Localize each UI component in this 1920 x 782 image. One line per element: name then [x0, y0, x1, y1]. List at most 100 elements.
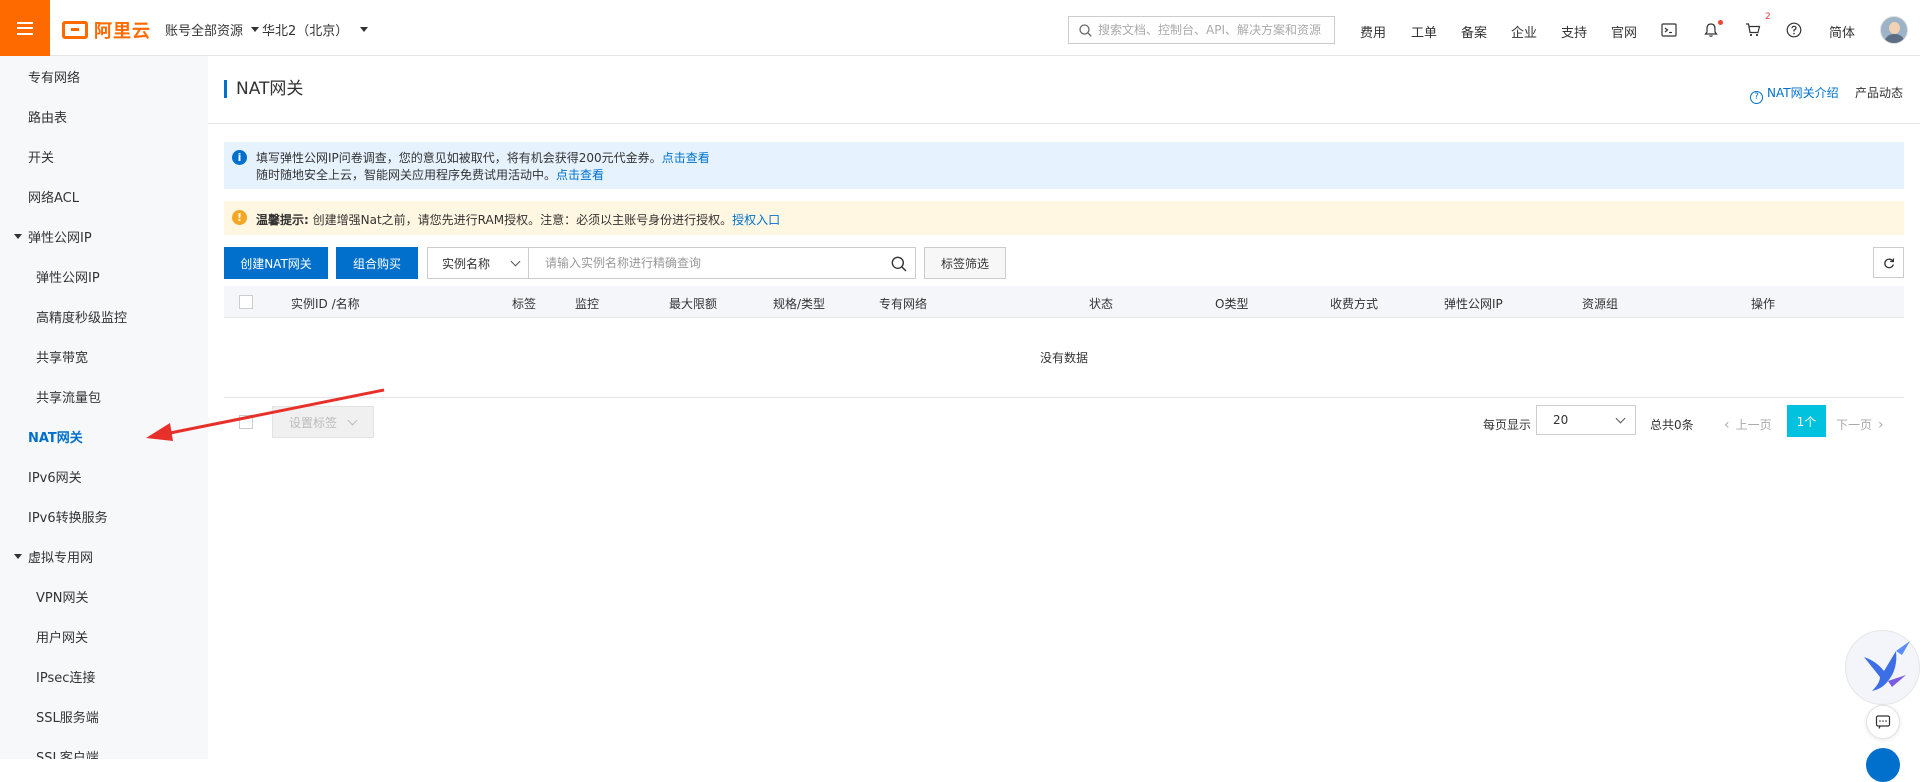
sidebar-item-label: 路由表: [28, 110, 68, 126]
sidebar-item-hires-monitor[interactable]: 高精度秒级监控: [0, 296, 208, 336]
question-icon: ?: [1750, 91, 1763, 104]
info-line2: 随时随地安全上云，智能网关应用程序免费试用活动中。: [256, 168, 557, 182]
prev-page-label: 上一页: [1735, 418, 1772, 432]
sidebar-item-vswitch[interactable]: 开关: [0, 136, 208, 176]
table-header: 实例ID /名称 标签 监控 最大限额 规格/类型 专有网络 状态 O类型 收费…: [224, 286, 1904, 318]
help-icon[interactable]: [1786, 22, 1802, 38]
bell-icon[interactable]: [1703, 22, 1719, 38]
logo-mark-icon: [62, 21, 88, 39]
sidebar-item-label: 专有网络: [28, 70, 81, 86]
select-all-checkbox[interactable]: [239, 295, 253, 309]
sidebar-item-ipsec[interactable]: IPsec连接: [0, 656, 208, 696]
caret-down-icon: [251, 27, 260, 32]
nav-icp[interactable]: 备案: [1461, 22, 1487, 41]
expand-triangle-icon: [14, 233, 22, 239]
global-search[interactable]: [1068, 16, 1335, 44]
nav-official-site[interactable]: 官网: [1611, 22, 1637, 41]
language-switch[interactable]: 简体: [1829, 22, 1855, 41]
terminal-icon[interactable]: [1661, 22, 1677, 38]
nav-enterprise[interactable]: 企业: [1511, 22, 1537, 41]
floating-blue-button[interactable]: [1866, 748, 1900, 782]
sidebar-item-label: IPv6网关: [28, 470, 82, 486]
sidebar-item-ipv6-gateway[interactable]: IPv6网关: [0, 456, 208, 496]
next-page-button[interactable]: 下一页 ›: [1836, 416, 1884, 433]
per-page-select[interactable]: 20: [1536, 405, 1636, 435]
sidebar-item-ssl-client[interactable]: SSL客户端: [0, 736, 208, 760]
sidebar-item-label: 用户网关: [36, 630, 89, 646]
column-vpc: 专有网络: [879, 297, 928, 311]
info-notice: i 填写弹性公网IP问卷调查，您的意见如被取代，将有机会获得200元代金券。点击…: [224, 142, 1904, 189]
chat-button[interactable]: [1866, 705, 1900, 739]
sidebar-group-label: 虚拟专用网: [28, 550, 94, 566]
nav-tickets[interactable]: 工单: [1411, 22, 1437, 41]
sidebar-item-eip[interactable]: 弹性公网IP: [0, 256, 208, 296]
sidebar-group-eip[interactable]: 弹性公网IP: [0, 216, 208, 256]
region-select[interactable]: 华北2（北京）: [262, 20, 369, 39]
column-max-limit: 最大限额: [669, 297, 718, 311]
sidebar-item-shared-bandwidth[interactable]: 共享带宽: [0, 336, 208, 376]
global-search-input[interactable]: [1098, 23, 1328, 37]
sidebar-item-customer-gateway[interactable]: 用户网关: [0, 616, 208, 656]
sidebar-item-label: 网络ACL: [28, 190, 79, 206]
page-current[interactable]: 1个: [1787, 405, 1826, 437]
sidebar-item-label: 弹性公网IP: [36, 270, 100, 286]
annotation-arrow: [146, 388, 385, 441]
sidebar-item-ipv6-translation[interactable]: IPv6转换服务: [0, 496, 208, 536]
cart-count-badge: 2: [1765, 12, 1771, 22]
product-news-link[interactable]: 产品动态: [1855, 84, 1903, 101]
nav-fees[interactable]: 费用: [1360, 22, 1386, 41]
instance-filter-select[interactable]: 实例名称: [427, 247, 529, 279]
instance-filter-label: 实例名称: [442, 256, 491, 271]
warning-icon: !: [232, 210, 247, 225]
assistant-bird-widget[interactable]: [1845, 630, 1920, 705]
notification-dot: [1718, 20, 1723, 25]
warning-text: 创建增强Nat之前，请您先进行RAM授权。注意：必须以主账号身份进行授权。: [312, 213, 733, 227]
sidebar-item-label: NAT网关: [28, 430, 83, 446]
empty-state: 没有数据: [224, 318, 1904, 398]
cart-icon[interactable]: [1745, 22, 1761, 38]
prev-page-button[interactable]: ‹ 上一页: [1724, 416, 1772, 433]
column-eip: 弹性公网IP: [1444, 297, 1503, 311]
chevron-down-icon: [1615, 413, 1626, 424]
info-line2-link[interactable]: 点击查看: [556, 168, 604, 182]
sidebar-item-label: SSL服务端: [36, 710, 99, 726]
user-avatar[interactable]: [1880, 16, 1908, 44]
search-icon[interactable]: [891, 256, 907, 272]
expand-triangle-icon: [14, 553, 22, 559]
column-monitor: 监控: [575, 297, 600, 311]
per-page-value: 20: [1553, 413, 1569, 427]
account-scope-label: 账号全部资源: [165, 24, 244, 39]
chevron-down-icon: [510, 256, 521, 267]
info-line1-link[interactable]: 点击查看: [662, 151, 710, 165]
sidebar-item-label: SSL客户端: [36, 750, 99, 760]
refresh-button[interactable]: [1873, 247, 1904, 278]
column-resource-group: 资源组: [1582, 297, 1619, 311]
tag-filter-button[interactable]: 标签筛选: [924, 247, 1006, 279]
sidebar-item-label: 开关: [28, 150, 55, 166]
sidebar-item-label: IPv6转换服务: [28, 510, 108, 526]
column-o-type: O类型: [1215, 297, 1249, 311]
account-scope-select[interactable]: 账号全部资源: [165, 20, 260, 39]
instance-search-field[interactable]: [528, 247, 916, 279]
nat-intro-link[interactable]: ? NAT网关介绍: [1750, 84, 1839, 104]
refresh-icon: [1883, 257, 1894, 268]
combo-purchase-button[interactable]: 组合购买: [336, 247, 418, 279]
column-tags: 标签: [512, 297, 537, 311]
warning-notice: ! 温馨提示: 创建增强Nat之前，请您先进行RAM授权。注意：必须以主账号身份…: [224, 201, 1904, 235]
sidebar-item-network-acl[interactable]: 网络ACL: [0, 176, 208, 216]
sidebar-item-ssl-server[interactable]: SSL服务端: [0, 696, 208, 736]
chevron-left-icon: ‹: [1724, 417, 1730, 433]
caret-down-icon: [360, 27, 369, 32]
sidebar-item-route-table[interactable]: 路由表: [0, 96, 208, 136]
create-nat-gateway-button[interactable]: 创建NAT网关: [224, 247, 328, 279]
sidebar-group-vpn[interactable]: 虚拟专用网: [0, 536, 208, 576]
authorize-link[interactable]: 授权入口: [732, 213, 780, 227]
sidebar-item-vpc[interactable]: 专有网络: [0, 56, 208, 96]
aliyun-logo[interactable]: 阿里云: [62, 17, 151, 43]
instance-search-input[interactable]: [545, 256, 875, 270]
menu-toggle-button[interactable]: [0, 0, 50, 56]
nat-intro-label: NAT网关介绍: [1767, 86, 1839, 100]
nav-support[interactable]: 支持: [1561, 22, 1587, 41]
sidebar-item-vpn-gateway[interactable]: VPN网关: [0, 576, 208, 616]
top-bar: 阿里云 账号全部资源 华北2（北京） 费用 工单 备案 企业 支持 官网 2: [0, 0, 1920, 56]
